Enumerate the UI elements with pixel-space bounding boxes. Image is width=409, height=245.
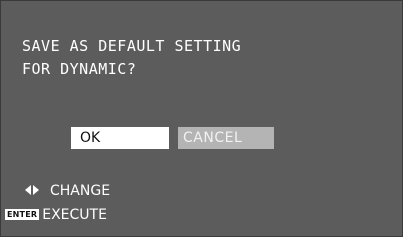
prompt-line-2: FOR DYNAMIC? [22,60,137,78]
execute-label: EXECUTE [42,207,107,223]
osd-dialog: SAVE AS DEFAULT SETTING FOR DYNAMIC? OK … [0,0,403,237]
change-label: CHANGE [50,183,111,199]
execute-hint: ENTER EXECUTE [5,206,107,224]
left-right-arrow-icon [25,185,39,195]
ok-button[interactable]: OK [71,127,169,149]
prompt-line-1: SAVE AS DEFAULT SETTING [22,37,242,55]
cancel-button[interactable]: CANCEL [178,127,274,149]
enter-key-icon: ENTER [5,208,40,220]
dialog-prompt: SAVE AS DEFAULT SETTING FOR DYNAMIC? [22,35,241,81]
change-hint: CHANGE [25,182,110,200]
